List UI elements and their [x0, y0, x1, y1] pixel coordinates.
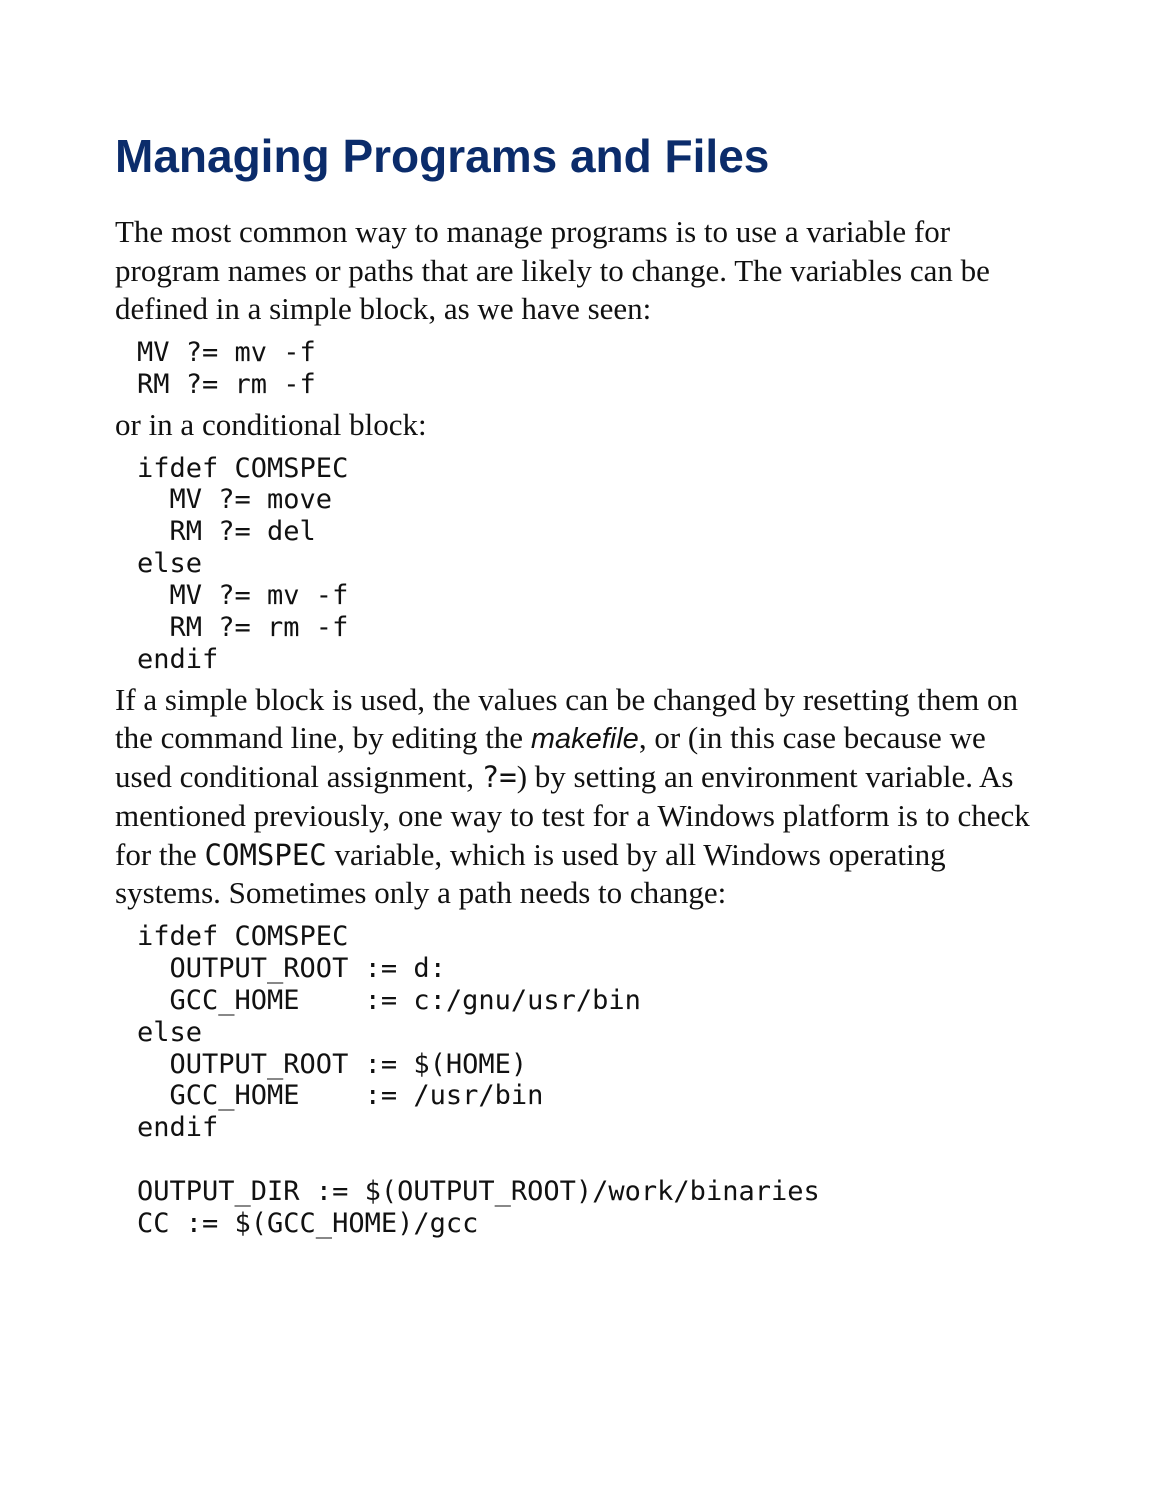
comspec-inline: COMSPEC [205, 838, 327, 872]
paragraph-2: or in a conditional block: [115, 406, 1044, 445]
paragraph-3: If a simple block is used, the values ca… [115, 681, 1044, 914]
code-block-3: ifdef COMSPEC OUTPUT_ROOT := d: GCC_HOME… [137, 921, 1044, 1240]
assign-operator-inline: ?= [482, 760, 517, 794]
code-block-1: MV ?= mv -f RM ?= rm -f [137, 337, 1044, 401]
makefile-italic: makefile [531, 723, 639, 755]
code-block-2: ifdef COMSPEC MV ?= move RM ?= del else … [137, 453, 1044, 676]
section-heading: Managing Programs and Files [115, 130, 1044, 183]
paragraph-1: The most common way to manage programs i… [115, 213, 1044, 329]
